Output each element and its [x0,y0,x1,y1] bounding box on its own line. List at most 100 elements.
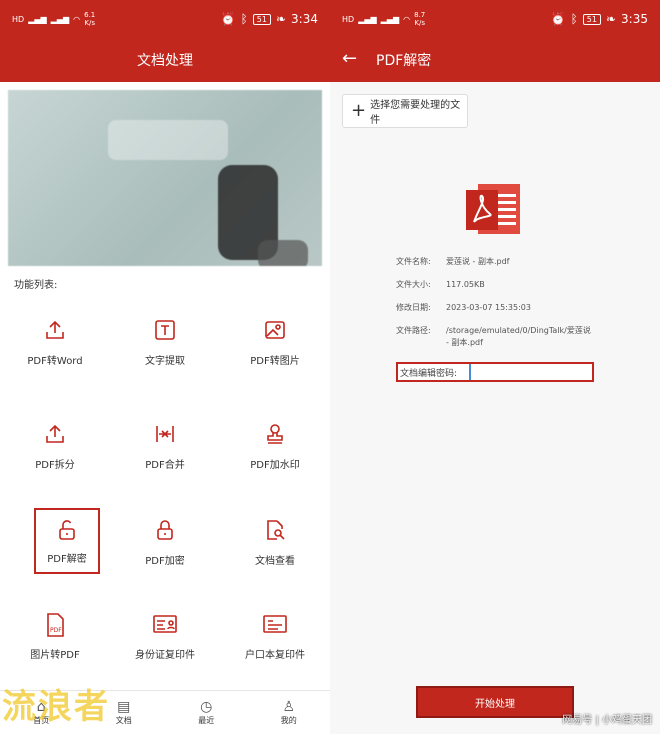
feature-label: 身份证复印件 [135,650,195,661]
banner-image[interactable] [8,90,322,266]
hd-icon: HD [12,14,25,24]
status-bar: HD ▂▄▆ ▂▄▆ ◠ 6.1 K/s ⏰ ᛒ 51 ❧ 3:34 [0,0,330,38]
signal-icon: ▂▄▆ [28,14,47,24]
app-bar: 文档处理 [0,38,330,82]
feature-image-to-pdf[interactable]: PDF 图片转PDF [0,594,110,674]
feature-label: PDF拆分 [35,460,75,471]
back-arrow-icon[interactable]: ← [342,48,364,70]
feature-label: PDF加水印 [250,460,300,471]
clock-time: 3:35 [621,12,648,26]
hd-icon: HD [342,14,355,24]
nav-label: 我的 [280,716,297,725]
svg-text:PDF: PDF [50,627,62,634]
clock-time: 3:34 [291,12,318,26]
nav-label: 最近 [198,716,215,725]
user-icon: ♙ [282,699,296,715]
file-info-row: 文件大小: 117.05KB [396,279,596,291]
feature-label: 户口本复印件 [245,650,305,661]
stamp-icon [262,422,288,448]
password-row: 文档编辑密码: [396,362,594,382]
doc-search-icon [262,518,288,544]
wifi-icon: ◠ [403,14,411,24]
merge-icon [152,422,178,448]
page-title: 文档处理 [137,53,193,69]
feature-doc-view[interactable]: 文档查看 [220,500,330,580]
feature-label: PDF转图片 [250,356,300,367]
status-right: ⏰ ᛒ 51 ❧ 3:35 [551,12,648,26]
file-info-value: 爱莲说 - 副本.pdf [446,257,510,266]
start-process-button[interactable]: 开始处理 [416,686,574,718]
nav-recent[interactable]: ◷ 最近 [165,691,248,734]
section-label: 功能列表: [14,280,58,291]
file-info-value: /storage/emulated/0/DingTalk/爱莲说 - 副本.pd… [446,326,591,347]
pdf-file-icon [464,180,524,238]
feature-pdf-to-word[interactable]: PDF转Word [0,300,110,380]
id-card-icon [152,612,178,638]
feature-text-extract[interactable]: 文字提取 [110,300,220,380]
signal-icon: ▂▄▆ [358,14,377,24]
feature-id-card-copy[interactable]: 身份证复印件 [110,594,220,674]
feature-pdf-to-image[interactable]: PDF转图片 [220,300,330,380]
banner-shape [258,240,308,266]
upload-icon [42,318,68,344]
text-box-icon [152,318,178,344]
feature-pdf-merge[interactable]: PDF合并 [110,404,220,484]
watermark: 流浪者 [2,687,110,727]
image-icon [262,318,288,344]
lock-icon [152,518,178,544]
status-signals: HD ▂▄▆ ▂▄▆ ◠ 8.7 K/s [342,11,551,27]
clock-icon: ◷ [200,699,213,715]
bluetooth-icon: ᛒ [240,12,248,26]
select-file-button[interactable]: + 选择您需要处理的文件 [342,94,468,128]
right-screen: HD ▂▄▆ ▂▄▆ ◠ 8.7 K/s ⏰ ᛒ 51 ❧ 3:35 ← PDF解… [330,0,660,734]
watermark: 网易号 | 小鸡蛋天团 [562,715,652,726]
file-info-value: 117.05KB [446,280,485,289]
leaf-icon: ❧ [275,12,287,26]
file-info-value: 2023-03-07 15:35:03 [446,303,531,312]
page-title: PDF解密 [376,53,432,69]
upload-split-icon [42,422,68,448]
feature-household-copy[interactable]: 户口本复印件 [220,594,330,674]
feature-label: PDF解密 [47,554,87,565]
plus-icon: + [351,100,367,121]
feature-label: PDF转Word [27,356,83,367]
file-info: 文件名称: 爱莲说 - 副本.pdf 文件大小: 117.05KB 修改日期: … [396,256,596,360]
leaf-icon: ❧ [605,12,617,26]
signal-icon-2: ▂▄▆ [380,14,400,24]
feature-label: 文字提取 [145,356,185,367]
status-right: ⏰ ᛒ 51 ❧ 3:34 [221,12,318,26]
select-file-label: 选择您需要处理的文件 [370,100,461,126]
feature-pdf-watermark[interactable]: PDF加水印 [220,404,330,484]
feature-label: PDF合并 [145,460,185,471]
status-bar: HD ▂▄▆ ▂▄▆ ◠ 8.7 K/s ⏰ ᛒ 51 ❧ 3:35 [330,0,660,38]
banner-shape [108,120,228,160]
file-info-key: 修改日期: [396,303,431,312]
unlock-icon [54,518,80,544]
bluetooth-icon: ᛒ [570,12,578,26]
feature-pdf-split[interactable]: PDF拆分 [0,404,110,484]
signal-icon-2: ▂▄▆ [50,14,70,24]
wifi-icon: ◠ [73,14,81,24]
alarm-icon: ⏰ [550,12,566,26]
password-label: 文档编辑密码: [400,368,458,379]
network-speed: 6.1 K/s [84,11,96,27]
alarm-icon: ⏰ [220,12,236,26]
file-info-key: 文件路径: [396,326,431,335]
file-info-row: 修改日期: 2023-03-07 15:35:03 [396,302,596,314]
password-input[interactable] [469,364,580,380]
file-info-row: 文件路径: /storage/emulated/0/DingTalk/爱莲说 -… [396,325,596,349]
app-bar: ← PDF解密 [330,38,660,82]
battery-indicator: 51 [582,13,601,25]
document-icon: ▤ [117,699,131,715]
pdf-file-icon: PDF [42,612,68,638]
feature-pdf-decrypt[interactable]: PDF解密 [34,508,100,574]
feature-pdf-encrypt[interactable]: PDF加密 [110,500,220,580]
network-speed: 8.7 K/s [414,11,426,27]
left-screen: HD ▂▄▆ ▂▄▆ ◠ 6.1 K/s ⏰ ᛒ 51 ❧ 3:34 文档处理 功… [0,0,330,734]
feature-label: PDF加密 [145,556,185,567]
nav-profile[interactable]: ♙ 我的 [248,691,331,734]
file-info-key: 文件名称: [396,257,431,266]
file-info-key: 文件大小: [396,280,431,289]
file-info-row: 文件名称: 爱莲说 - 副本.pdf [396,256,596,268]
household-book-icon [262,612,288,638]
